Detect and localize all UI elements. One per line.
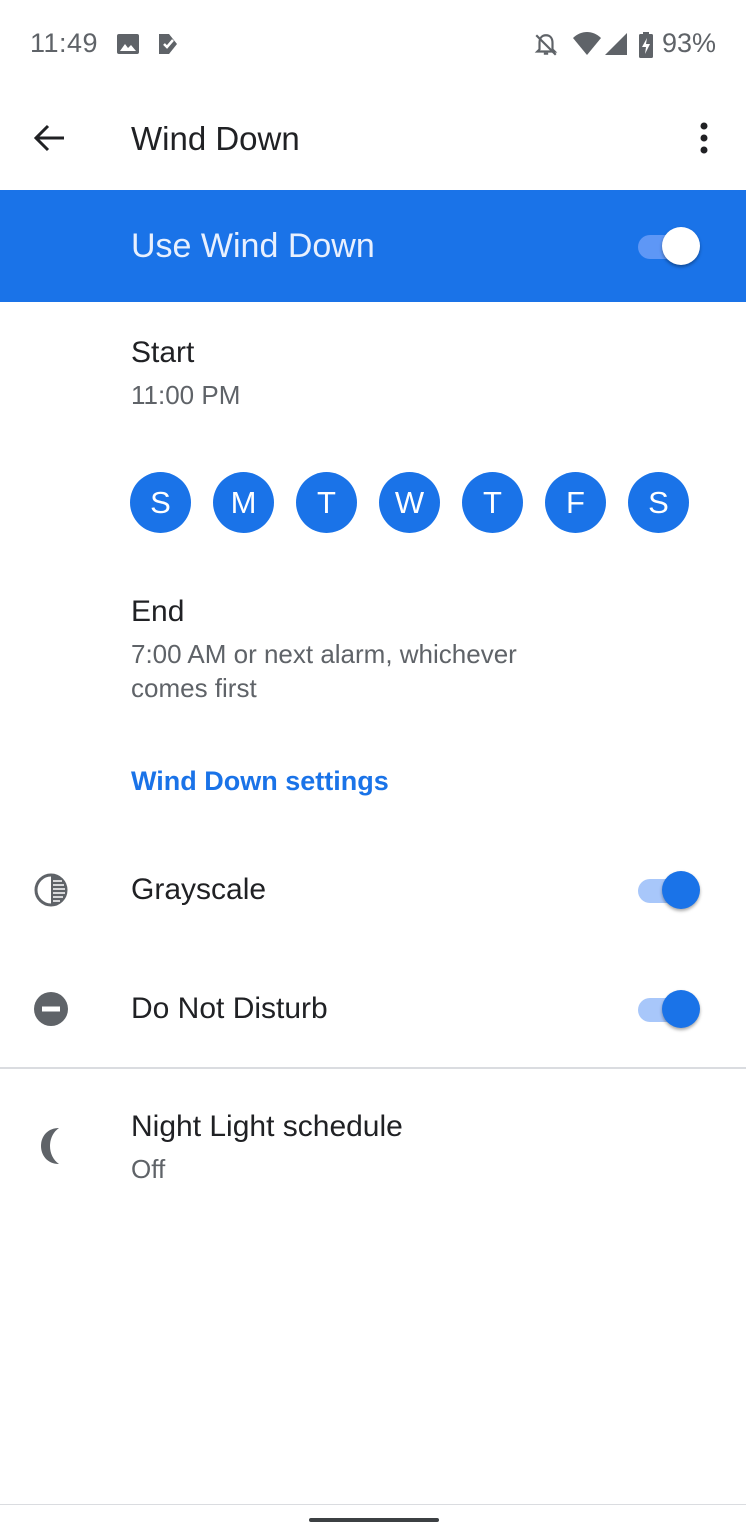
toggle-thumb: [662, 871, 700, 909]
tasks-notification-icon: [156, 32, 180, 61]
battery-percent: 93%: [661, 28, 716, 58]
page-title: Wind Down: [131, 120, 300, 157]
use-wind-down-label: Use Wind Down: [131, 227, 375, 265]
app-bar: Wind Down: [0, 90, 746, 190]
wifi-icon: [572, 32, 602, 61]
end-time-preference[interactable]: End 7:00 AM or next alarm, whichever com…: [131, 595, 591, 705]
alarm-off-icon: [533, 32, 559, 63]
day-selector: S M T W T F S: [130, 472, 689, 533]
end-title: End: [131, 595, 185, 628]
arrow-back-icon: [33, 124, 66, 157]
grayscale-row[interactable]: Grayscale: [0, 840, 746, 940]
toggle-thumb: [662, 227, 700, 265]
status-time: 11:49: [30, 28, 99, 58]
gesture-navigation-bar: [0, 1505, 746, 1534]
more-options-button[interactable]: [684, 118, 724, 162]
night-light-summary: Off: [131, 1154, 166, 1184]
end-value: 7:00 AM or next alarm, whichever comes f…: [131, 639, 517, 703]
night-light-schedule-row[interactable]: Night Light schedule Off: [0, 1086, 746, 1206]
use-wind-down-toggle[interactable]: [636, 224, 700, 268]
do-not-disturb-row[interactable]: Do Not Disturb: [0, 958, 746, 1058]
section-divider: [0, 1067, 746, 1069]
day-friday[interactable]: F: [545, 472, 606, 533]
more-vert-icon: [699, 122, 709, 159]
use-wind-down-switch-bar[interactable]: Use Wind Down: [0, 190, 746, 302]
night-light-title: Night Light schedule: [131, 1110, 403, 1143]
start-title: Start: [131, 336, 195, 369]
toggle-thumb: [662, 990, 700, 1028]
day-thursday[interactable]: T: [462, 472, 523, 533]
grayscale-icon: [31, 870, 71, 910]
day-saturday[interactable]: S: [628, 472, 689, 533]
back-button[interactable]: [24, 118, 76, 162]
do-not-disturb-toggle[interactable]: [636, 987, 700, 1031]
home-gesture-handle[interactable]: [309, 1518, 439, 1522]
start-time-preference[interactable]: Start 11:00 PM: [131, 336, 240, 412]
do-not-disturb-icon: [31, 989, 71, 1029]
wind-down-screen: 11:49 93% Wind Down Use Wind Down Start …: [0, 0, 746, 1534]
grayscale-title: Grayscale: [131, 873, 267, 906]
status-bar: 11:49 93%: [0, 0, 746, 90]
day-monday[interactable]: M: [213, 472, 274, 533]
start-value: 11:00 PM: [131, 380, 241, 410]
day-wednesday[interactable]: W: [379, 472, 440, 533]
cellular-signal-icon: [604, 32, 628, 61]
moon-icon: [31, 1126, 71, 1166]
grayscale-toggle[interactable]: [636, 868, 700, 912]
image-notification-icon: [116, 32, 140, 61]
day-tuesday[interactable]: T: [296, 472, 357, 533]
wind-down-settings-header: Wind Down settings: [131, 766, 389, 796]
day-sunday[interactable]: S: [130, 472, 191, 533]
battery-charging-icon: [638, 32, 654, 63]
do-not-disturb-title: Do Not Disturb: [131, 992, 328, 1025]
